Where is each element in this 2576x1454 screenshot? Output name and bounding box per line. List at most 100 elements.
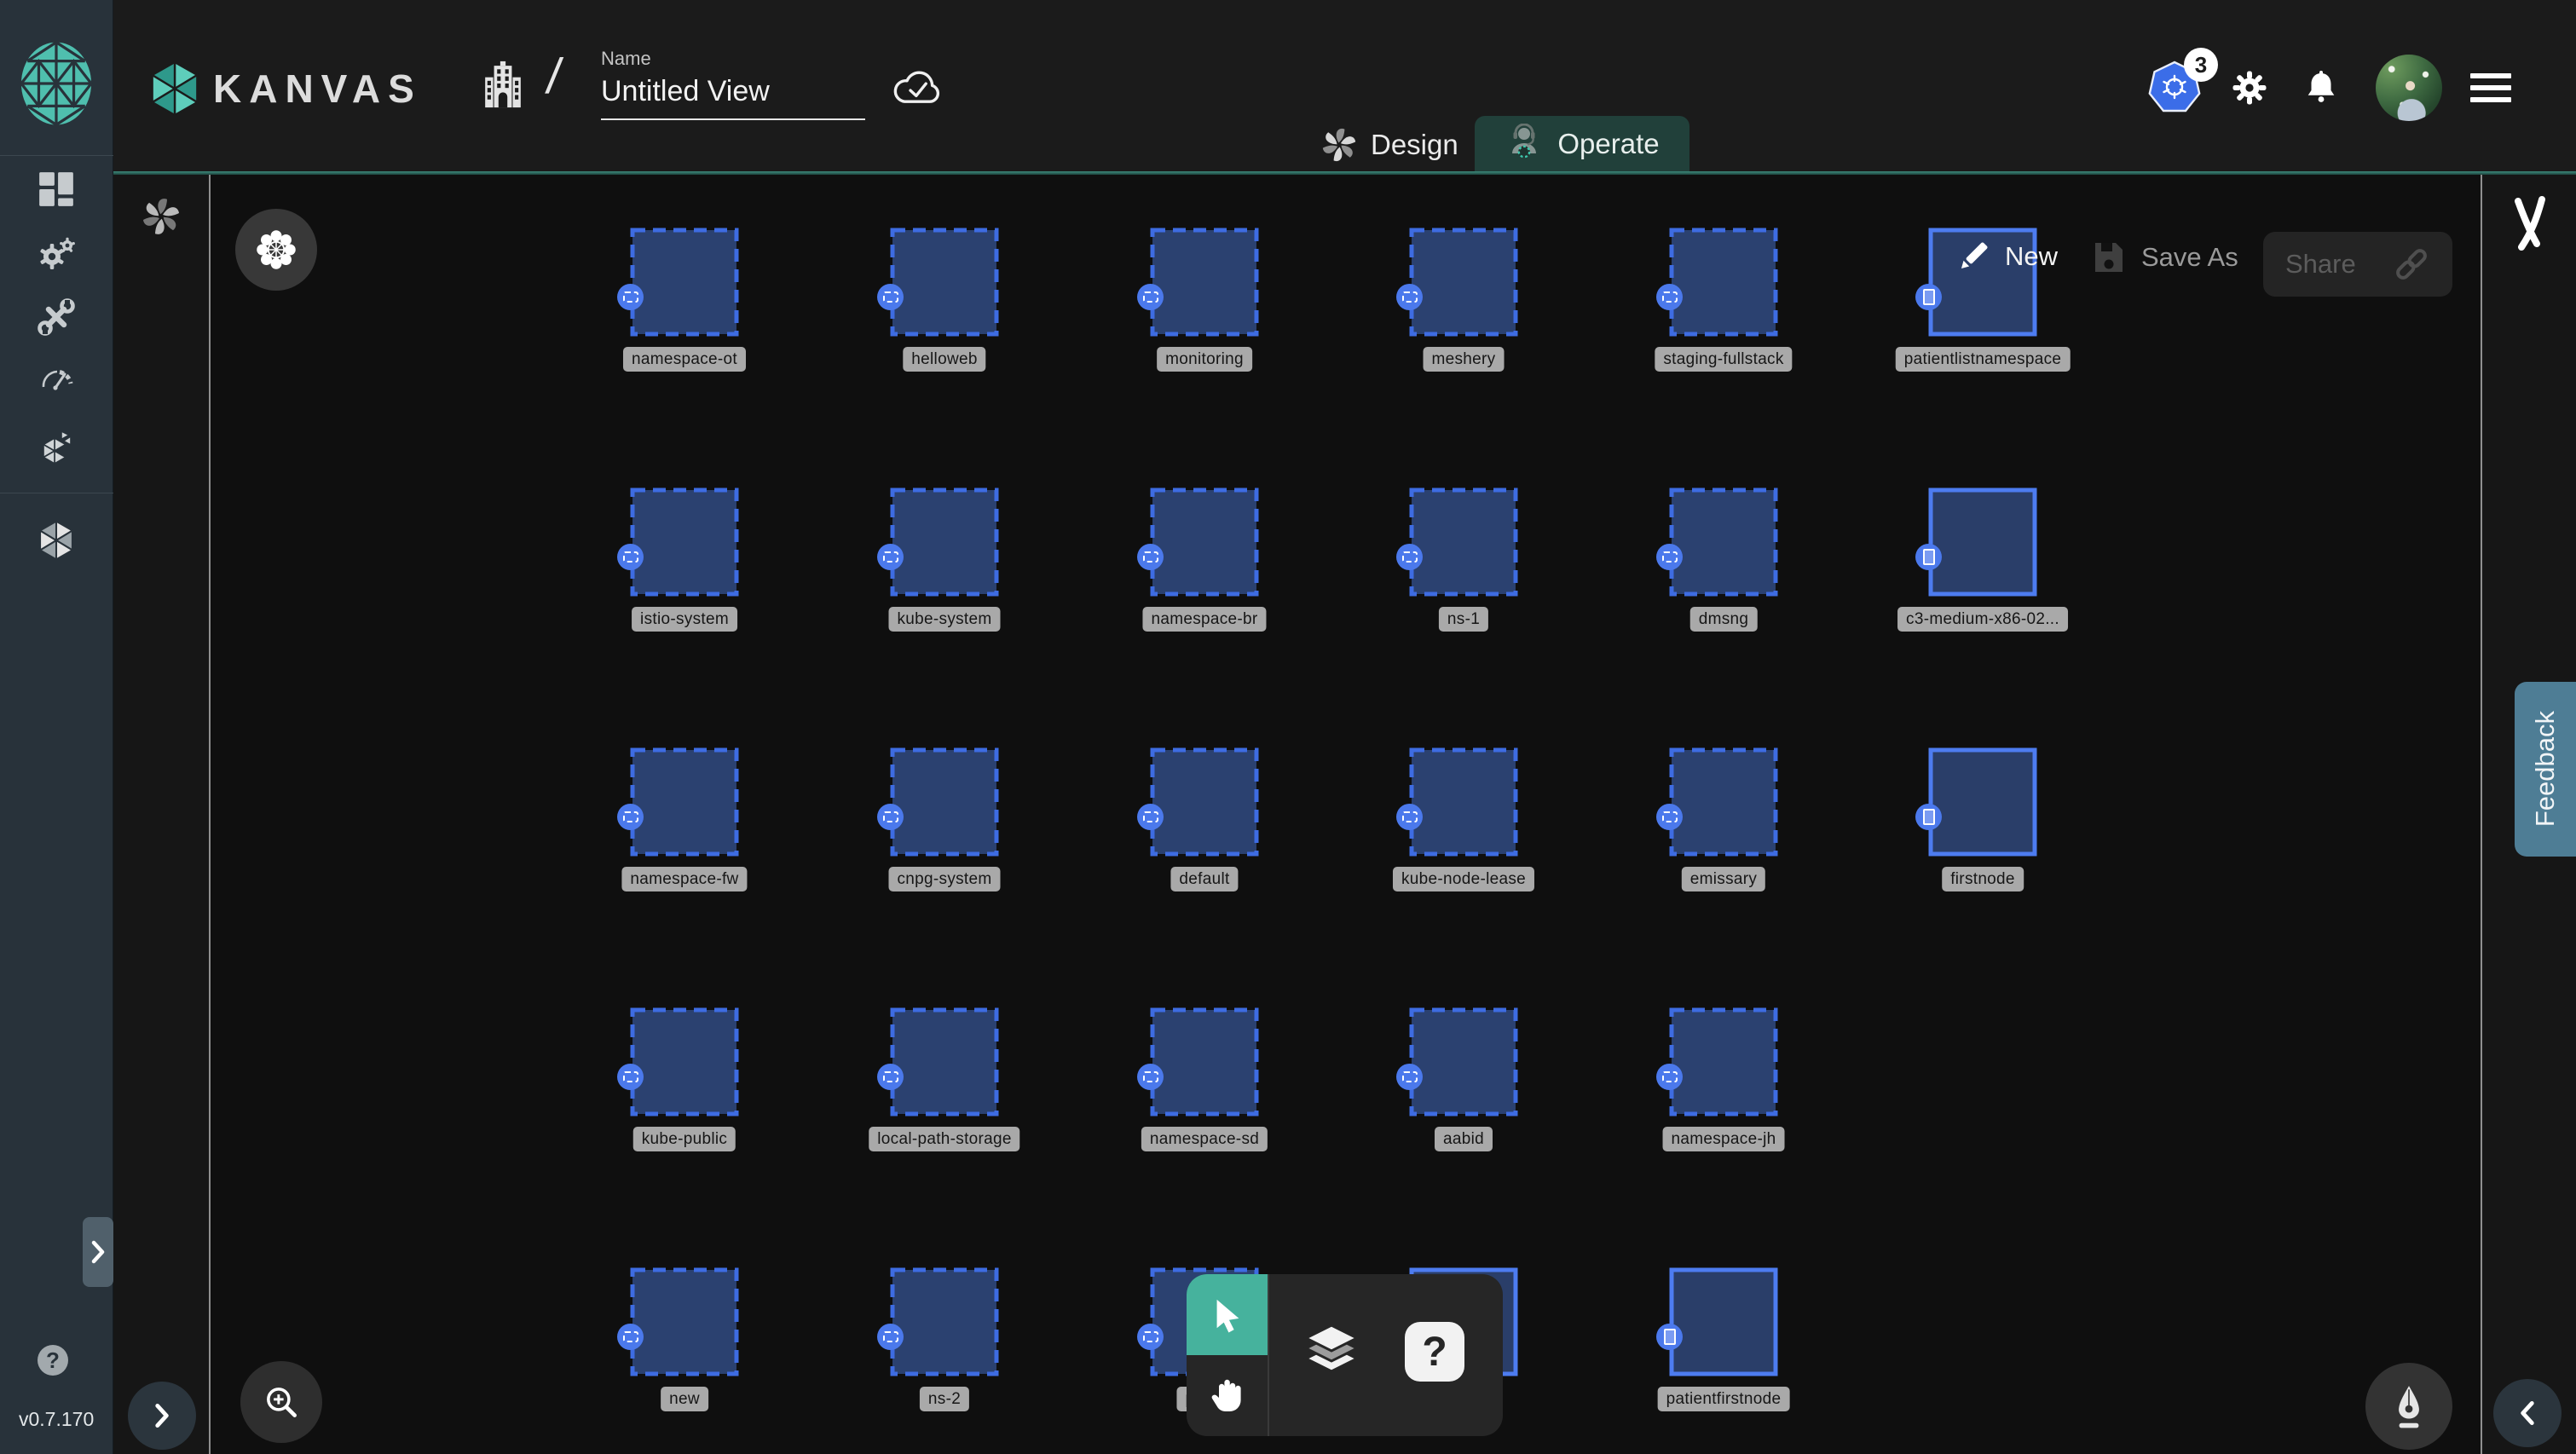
operate-canvas[interactable] xyxy=(211,174,2481,1454)
canvas-node-emissary[interactable]: emissary xyxy=(1669,747,1778,857)
node-label: namespace-ot xyxy=(623,347,746,372)
namespace-badge-icon xyxy=(1137,804,1164,830)
canvas-node-namespace-sd[interactable]: namespace-sd xyxy=(1150,1007,1259,1116)
help-question-glyph: ? xyxy=(46,1347,60,1374)
namespace-badge-icon xyxy=(1137,1064,1164,1090)
view-name-field: Name xyxy=(601,48,865,120)
dock-collapse-button[interactable] xyxy=(2493,1379,2562,1447)
canvas-node-namespace-fw[interactable]: namespace-fw xyxy=(630,747,739,857)
new-button[interactable]: New xyxy=(1954,237,2058,276)
kanvas-brand: KANVAS xyxy=(150,61,422,116)
canvas-node-firstnode[interactable]: firstnode xyxy=(1928,747,2037,857)
header: KANVAS / Name xyxy=(0,0,2576,174)
breadcrumb-slash: / xyxy=(543,48,565,105)
tab-operate[interactable]: Operate xyxy=(1475,116,1689,172)
canvas-node-monitoring[interactable]: monitoring xyxy=(1150,228,1259,337)
canvas-node-istio-system[interactable]: istio-system xyxy=(630,488,739,597)
design-swirl-icon[interactable] xyxy=(142,197,181,236)
kubernetes-context-switcher[interactable]: 3 xyxy=(2146,60,2203,116)
node-label: namespace-br xyxy=(1142,607,1266,632)
user-avatar[interactable] xyxy=(2376,55,2442,121)
tab-operate-label: Operate xyxy=(1557,128,1659,160)
help-button[interactable]: ? xyxy=(38,1345,68,1376)
save-as-button[interactable]: Save As xyxy=(2090,239,2238,276)
node-label: default xyxy=(1170,867,1238,891)
sidebar-expand-button[interactable] xyxy=(83,1217,113,1287)
namespace-badge-icon xyxy=(1137,544,1164,570)
canvas-node-kube-system[interactable]: kube-system xyxy=(890,488,999,597)
view-name-input[interactable] xyxy=(601,75,865,120)
node-label: local-path-storage xyxy=(869,1127,1019,1151)
canvas-node-helloweb[interactable]: helloweb xyxy=(890,228,999,337)
canvas-node-c3-medium-x86-02...[interactable]: c3-medium-x86-02... xyxy=(1928,488,2037,597)
node-label: staging-fullstack xyxy=(1655,347,1792,372)
node-label: kube-system xyxy=(888,607,1000,632)
canvas-node-namespace-br[interactable]: namespace-br xyxy=(1150,488,1259,597)
sidebar-item-performance-icon[interactable] xyxy=(37,358,76,394)
canvas-node-staging-fullstack[interactable]: staging-fullstack xyxy=(1669,228,1778,337)
sidebar-item-extensions-icon[interactable] xyxy=(37,427,76,466)
node-shape xyxy=(630,488,739,597)
canvas-node-new[interactable]: new xyxy=(630,1267,739,1376)
y-toggle-icon[interactable] xyxy=(2508,194,2552,254)
node-label: ns-1 xyxy=(1439,607,1488,632)
canvas-node-patientfirstnode[interactable]: patientfirstnode xyxy=(1669,1267,1778,1376)
node-shape xyxy=(1669,488,1778,597)
feedback-label: Feedback xyxy=(2530,711,2561,827)
namespace-badge-icon xyxy=(1396,284,1423,310)
zoom-in-button[interactable] xyxy=(240,1361,322,1443)
node-shape xyxy=(1669,1007,1778,1116)
app-title: KANVAS xyxy=(213,66,422,112)
node-label: aabid xyxy=(1435,1127,1493,1151)
canvas-node-aabid[interactable]: aabid xyxy=(1409,1007,1518,1116)
cluster-flower-icon xyxy=(254,228,298,272)
toolbar-help-button[interactable]: ? xyxy=(1405,1322,1464,1382)
pan-tool-button[interactable] xyxy=(1187,1355,1268,1436)
canvas-node-namespace-jh[interactable]: namespace-jh xyxy=(1669,1007,1778,1116)
node-label: namespace-jh xyxy=(1663,1127,1785,1151)
sidebar-item-configuration-icon[interactable] xyxy=(37,297,76,337)
canvas-node-default[interactable]: default xyxy=(1150,747,1259,857)
canvas-node-local-path-storage[interactable]: local-path-storage xyxy=(890,1007,999,1116)
sidebar-item-kanvas-icon[interactable] xyxy=(37,521,76,560)
chain-link-icon xyxy=(2393,245,2430,283)
node-label: kube-public xyxy=(633,1127,736,1151)
namespace-badge-icon xyxy=(617,1324,644,1350)
tab-design[interactable]: Design xyxy=(1309,118,1470,172)
canvas-node-namespace-ot[interactable]: namespace-ot xyxy=(630,228,739,337)
node-badge-icon xyxy=(1656,1324,1683,1350)
kanvas-logo-icon xyxy=(150,61,199,116)
cluster-flower-button[interactable] xyxy=(235,209,317,291)
canvas-node-kube-public[interactable]: kube-public xyxy=(630,1007,739,1116)
canvas-node-kube-node-lease[interactable]: kube-node-lease xyxy=(1409,747,1518,857)
canvas-node-meshery[interactable]: meshery xyxy=(1409,228,1518,337)
annotate-pen-button[interactable] xyxy=(2365,1363,2452,1450)
canvas-node-ns-1[interactable]: ns-1 xyxy=(1409,488,1518,597)
share-button[interactable]: Share xyxy=(2263,232,2452,297)
canvas-node-dmsng[interactable]: dmsng xyxy=(1669,488,1778,597)
node-shape xyxy=(630,747,739,857)
floppy-save-icon xyxy=(2090,239,2128,276)
canvas-node-ns-2[interactable]: ns-2 xyxy=(890,1267,999,1376)
canvas-node-cnpg-system[interactable]: cnpg-system xyxy=(890,747,999,857)
namespace-badge-icon xyxy=(1137,1324,1164,1350)
node-shape xyxy=(1669,228,1778,337)
node-label: meshery xyxy=(1424,347,1505,372)
layers-tool-button[interactable] xyxy=(1299,1320,1364,1387)
node-shape xyxy=(890,228,999,337)
node-label: patientlistnamespace xyxy=(1896,347,2071,372)
node-shape xyxy=(1409,1007,1518,1116)
hamburger-menu-icon[interactable] xyxy=(2470,73,2511,109)
node-label: firstnode xyxy=(1942,867,2024,891)
sidebar-item-dashboard-icon[interactable] xyxy=(37,170,76,209)
notifications-bell-icon[interactable] xyxy=(2302,68,2341,107)
organization-icon[interactable] xyxy=(482,60,524,109)
select-tool-button[interactable] xyxy=(1187,1274,1268,1355)
settings-gear-icon[interactable] xyxy=(2230,68,2269,107)
namespace-badge-icon xyxy=(877,1064,904,1090)
feedback-tab[interactable]: Feedback xyxy=(2515,682,2576,857)
meshery-logo-icon[interactable] xyxy=(19,39,94,128)
dock-expand-button[interactable] xyxy=(128,1382,196,1450)
node-label: emissary xyxy=(1682,867,1765,891)
sidebar-item-lifecycle-icon[interactable] xyxy=(37,234,76,273)
